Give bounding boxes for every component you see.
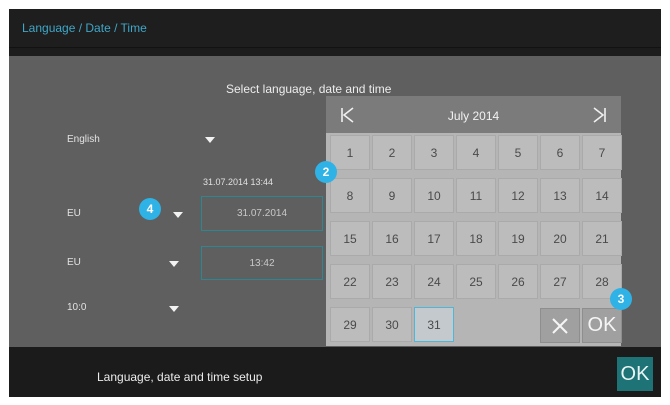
calendar-day[interactable]: 6: [540, 135, 580, 170]
calendar-day[interactable]: 17: [414, 221, 454, 256]
calendar-day[interactable]: 21: [582, 221, 622, 256]
time-format-select[interactable]: EU: [67, 257, 81, 268]
calendar-day[interactable]: 7: [582, 135, 622, 170]
time-field-value: 13:42: [249, 257, 275, 269]
calendar-day[interactable]: 18: [456, 221, 496, 256]
calendar-day[interactable]: 3: [414, 135, 454, 170]
date-field[interactable]: 31.07.2014: [201, 196, 323, 231]
cancel-button[interactable]: [540, 308, 580, 343]
calendar-header: July 2014: [326, 96, 621, 133]
time-field[interactable]: 13:42: [201, 246, 323, 280]
device-screen: Language / Date / Time Select language, …: [9, 9, 661, 397]
section-title: Select language, date and time: [226, 82, 392, 96]
calendar-day[interactable]: 31: [414, 307, 454, 342]
footer-label: Language, date and time setup: [97, 370, 263, 384]
calendar-day[interactable]: 25: [456, 264, 496, 299]
footer-bar: Language, date and time setup OK: [9, 347, 661, 397]
callout-badge-2: 2: [315, 161, 337, 183]
calendar-popup: July 2014 1 2 3 4 5 6 7 8 9 10 11 12 13 14 15 16 17 18 19 2…: [326, 96, 622, 346]
chevron-down-icon[interactable]: [169, 261, 179, 267]
callout-badge-3: 3: [610, 288, 632, 310]
calendar-day[interactable]: 2: [372, 135, 412, 170]
ok-button[interactable]: OK: [617, 357, 653, 391]
calendar-day[interactable]: 22: [330, 264, 370, 299]
skip-forward-icon[interactable]: [589, 105, 609, 125]
header-bar: Language / Date / Time: [9, 9, 661, 48]
calendar-month-title: July 2014: [447, 109, 500, 123]
calendar-day[interactable]: 12: [498, 178, 538, 213]
calendar-day[interactable]: 27: [540, 264, 580, 299]
close-icon: [552, 317, 568, 334]
page-title: Language / Date / Time: [22, 21, 147, 35]
value-select[interactable]: 10:0: [67, 302, 86, 313]
calendar-day[interactable]: 19: [498, 221, 538, 256]
calendar-day[interactable]: 13: [540, 178, 580, 213]
calendar-day[interactable]: 14: [582, 178, 622, 213]
calendar-day[interactable]: 11: [456, 178, 496, 213]
chevron-down-icon[interactable]: [205, 137, 215, 143]
calendar-day[interactable]: 8: [330, 178, 370, 213]
calendar-day[interactable]: 23: [372, 264, 412, 299]
calendar-day[interactable]: 24: [414, 264, 454, 299]
calendar-ok-button[interactable]: OK: [582, 308, 622, 343]
callout-badge-4: 4: [139, 198, 161, 220]
language-select[interactable]: English: [67, 134, 100, 145]
calendar-day[interactable]: 15: [330, 221, 370, 256]
calendar-day[interactable]: 26: [498, 264, 538, 299]
current-datetime: 31.07.2014 13:44: [203, 177, 274, 187]
calendar-day[interactable]: 9: [372, 178, 412, 213]
calendar-day[interactable]: 1: [330, 135, 370, 170]
chevron-down-icon[interactable]: [173, 212, 183, 218]
calendar-day[interactable]: 10: [414, 178, 454, 213]
calendar-day[interactable]: 5: [498, 135, 538, 170]
calendar-day[interactable]: 20: [540, 221, 580, 256]
calendar-day[interactable]: 16: [372, 221, 412, 256]
date-field-value: 31.07.2014: [236, 208, 288, 219]
chevron-down-icon[interactable]: [169, 306, 179, 312]
calendar-day[interactable]: 30: [372, 307, 412, 342]
calendar-day[interactable]: 29: [330, 307, 370, 342]
calendar-day[interactable]: 4: [456, 135, 496, 170]
date-format-select[interactable]: EU: [67, 208, 81, 219]
